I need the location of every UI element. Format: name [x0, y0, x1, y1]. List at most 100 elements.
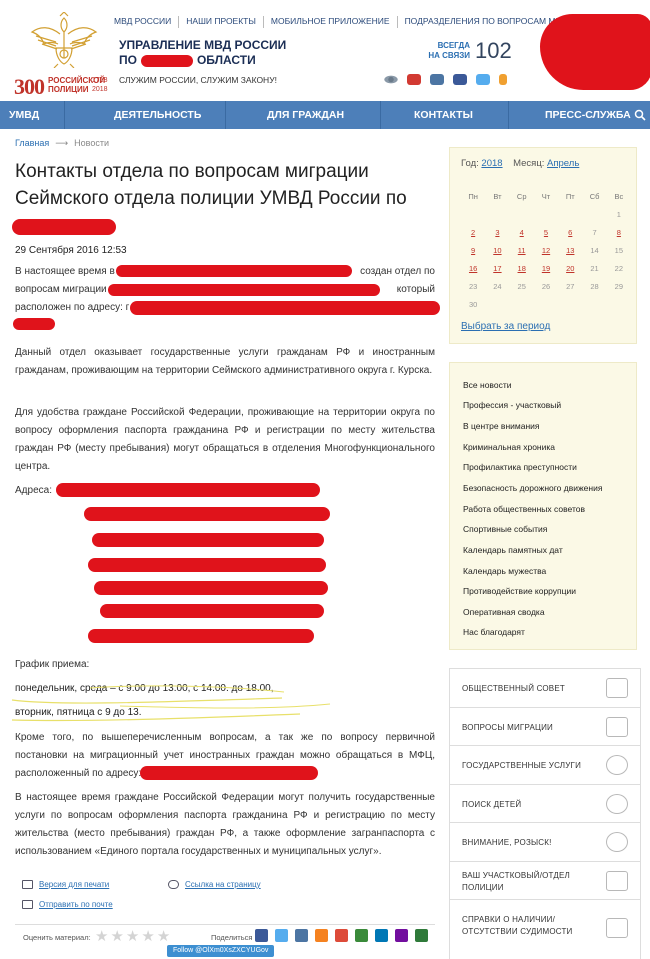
envelope-icon [22, 900, 33, 909]
news-category-item[interactable]: Безопасность дорожного движения [463, 483, 602, 493]
redaction-mark [100, 604, 324, 618]
yahoo-icon[interactable] [395, 929, 408, 942]
service-district-officer[interactable]: ВАШ УЧАСТКОВЫЙ/ОТДЕЛ ПОЛИЦИИ [450, 862, 640, 900]
news-category-item[interactable]: Нас благодарят [463, 627, 525, 637]
vk-icon[interactable] [430, 74, 444, 85]
service-migration[interactable]: ВОПРОСЫ МИГРАЦИИ [450, 708, 640, 746]
odnoklassniki-icon[interactable] [499, 74, 507, 85]
calendar-day[interactable]: 4 [510, 224, 534, 242]
calendar-day[interactable]: 10 [485, 242, 509, 260]
print-version-link[interactable]: Версия для печати [22, 880, 109, 889]
page-link[interactable]: Ссылка на страницу [168, 880, 261, 889]
news-category-item[interactable]: Все новости [463, 380, 511, 390]
rating-stars[interactable]: ★ ★ ★ ★ ★ [95, 929, 170, 944]
facebook-icon[interactable] [255, 929, 268, 942]
year-select[interactable]: 2018 [481, 158, 502, 169]
news-categories: Все новости Профессия - участковый В цен… [449, 362, 637, 650]
send-by-mail-link[interactable]: Отправить по почте [22, 900, 113, 909]
facebook-icon[interactable] [453, 74, 467, 85]
news-category-item[interactable]: Оперативная сводка [463, 607, 545, 617]
calendar-day: 22 [614, 264, 623, 273]
nav-item-activity[interactable]: ДЕЯТЕЛЬНОСТЬ [114, 101, 201, 129]
breadcrumb-arrow-icon: ⟶ [55, 138, 69, 148]
calendar-day [461, 206, 485, 224]
star-icon[interactable]: ★ [110, 929, 123, 944]
service-public-council[interactable]: ОБЩЕСТВЕННЫЙ СОВЕТ [450, 669, 640, 708]
calendar-day[interactable]: 18 [510, 260, 534, 278]
main-nav: УМВД ДЕЯТЕЛЬНОСТЬ ДЛЯ ГРАЖДАН КОНТАКТЫ П… [0, 101, 650, 129]
service-gov-services[interactable]: ГОСУДАРСТВЕННЫЕ УСЛУГИ [450, 746, 640, 785]
livejournal-icon[interactable] [355, 929, 368, 942]
calendar-day[interactable]: 9 [461, 242, 485, 260]
calendar-week-row: 1 [461, 206, 631, 224]
news-category-item[interactable]: Профессия - участковый [463, 400, 561, 410]
twitter-follow-button[interactable]: Follow @OlXm0XsZXCYUGov [167, 945, 275, 957]
news-category-item[interactable]: Противодействие коррупции [463, 586, 576, 596]
calendar-day[interactable]: 3 [485, 224, 509, 242]
top-links: МВД РОССИИ НАШИ ПРОЕКТЫ МОБИЛЬНОЕ ПРИЛОЖ… [114, 16, 596, 28]
email-icon[interactable] [415, 929, 428, 942]
calendar-day[interactable]: 6 [558, 224, 582, 242]
redaction-mark [84, 507, 330, 521]
anniversary-number: 300 [14, 74, 45, 99]
calendar-day[interactable]: 20 [558, 260, 582, 278]
youtube-icon[interactable] [407, 74, 421, 85]
site-logo[interactable]: 300 РОССИЙСКОЙ ПОЛИЦИИ 1718 2018 [14, 12, 110, 99]
nav-item-umvd[interactable]: УМВД [9, 101, 39, 129]
magnifier-icon [606, 832, 628, 852]
news-category-item[interactable]: В центре внимания [463, 421, 540, 431]
nav-item-press[interactable]: ПРЕСС-СЛУЖБА [545, 101, 631, 129]
calendar-day[interactable]: 16 [461, 260, 485, 278]
highlight-underline [11, 685, 331, 722]
calendar-day[interactable]: 13 [558, 242, 582, 260]
nav-separator [508, 101, 509, 129]
select-period-link[interactable]: Выбрать за период [461, 321, 550, 332]
news-category-item[interactable]: Профилактика преступности [463, 462, 577, 472]
printer-icon [22, 880, 33, 889]
calendar-weekday: Ср [516, 192, 527, 201]
police-cap-icon [606, 870, 628, 891]
top-link-mobile-app[interactable]: МОБИЛЬНОЕ ПРИЛОЖЕНИЕ [262, 16, 397, 28]
news-category-item[interactable]: Календарь памятных дат [463, 545, 563, 555]
site-title[interactable]: УПРАВЛЕНИЕ МВД РОССИИ ПО ОБЛАСТИ СЛУЖИМ Р… [119, 38, 309, 85]
calendar-day[interactable]: 17 [485, 260, 509, 278]
top-link-projects[interactable]: НАШИ ПРОЕКТЫ [178, 16, 263, 28]
month-select[interactable]: Апрель [547, 158, 579, 169]
service-wanted[interactable]: ВНИМАНИЕ, РОЗЫСК! [450, 823, 640, 862]
star-icon[interactable]: ★ [157, 929, 170, 944]
eye-icon[interactable] [384, 74, 398, 85]
calendar-day[interactable]: 19 [534, 260, 558, 278]
eagle-emblem-icon [30, 12, 98, 68]
twitter-icon[interactable] [275, 929, 288, 942]
star-icon[interactable]: ★ [141, 929, 154, 944]
search-icon[interactable] [634, 109, 646, 121]
linkedin-icon[interactable] [375, 929, 388, 942]
odnoklassniki-icon[interactable] [315, 929, 328, 942]
vk-icon[interactable] [295, 929, 308, 942]
calendar-day[interactable]: 5 [534, 224, 558, 242]
news-category-item[interactable]: Спортивные события [463, 524, 547, 534]
star-icon[interactable]: ★ [126, 929, 139, 944]
service-child-search[interactable]: ПОИСК ДЕТЕЙ [450, 785, 640, 823]
breadcrumb-home[interactable]: Главная [15, 138, 49, 149]
calendar-day[interactable]: 2 [461, 224, 485, 242]
calendar-day: 23 [468, 282, 478, 291]
calendar-day [582, 296, 606, 314]
redaction-mark [88, 558, 326, 572]
hotline-number: 102 [475, 38, 512, 63]
calendar-day[interactable]: 11 [510, 242, 534, 260]
calendar-day[interactable]: 8 [607, 224, 631, 242]
nav-item-for-citizens[interactable]: ДЛЯ ГРАЖДАН [267, 101, 344, 129]
twitter-icon[interactable] [476, 74, 490, 85]
news-category-item[interactable]: Криминальная хроника [463, 442, 555, 452]
service-criminal-record[interactable]: СПРАВКИ О НАЛИЧИИ/ ОТСУТСТВИИ СУДИМОСТИ [450, 900, 640, 959]
google-plus-icon[interactable] [335, 929, 348, 942]
calendar-week-row: 16 17 18 19 20 21 22 [461, 260, 631, 278]
nav-item-contacts[interactable]: КОНТАКТЫ [414, 101, 473, 129]
news-category-item[interactable]: Календарь мужества [463, 566, 546, 576]
top-link-mvd[interactable]: МВД РОССИИ [114, 16, 178, 28]
news-category-item[interactable]: Работа общественных советов [463, 504, 585, 514]
calendar-day[interactable]: 12 [534, 242, 558, 260]
calendar-weekday: Пн [468, 192, 478, 201]
star-icon[interactable]: ★ [95, 929, 108, 944]
